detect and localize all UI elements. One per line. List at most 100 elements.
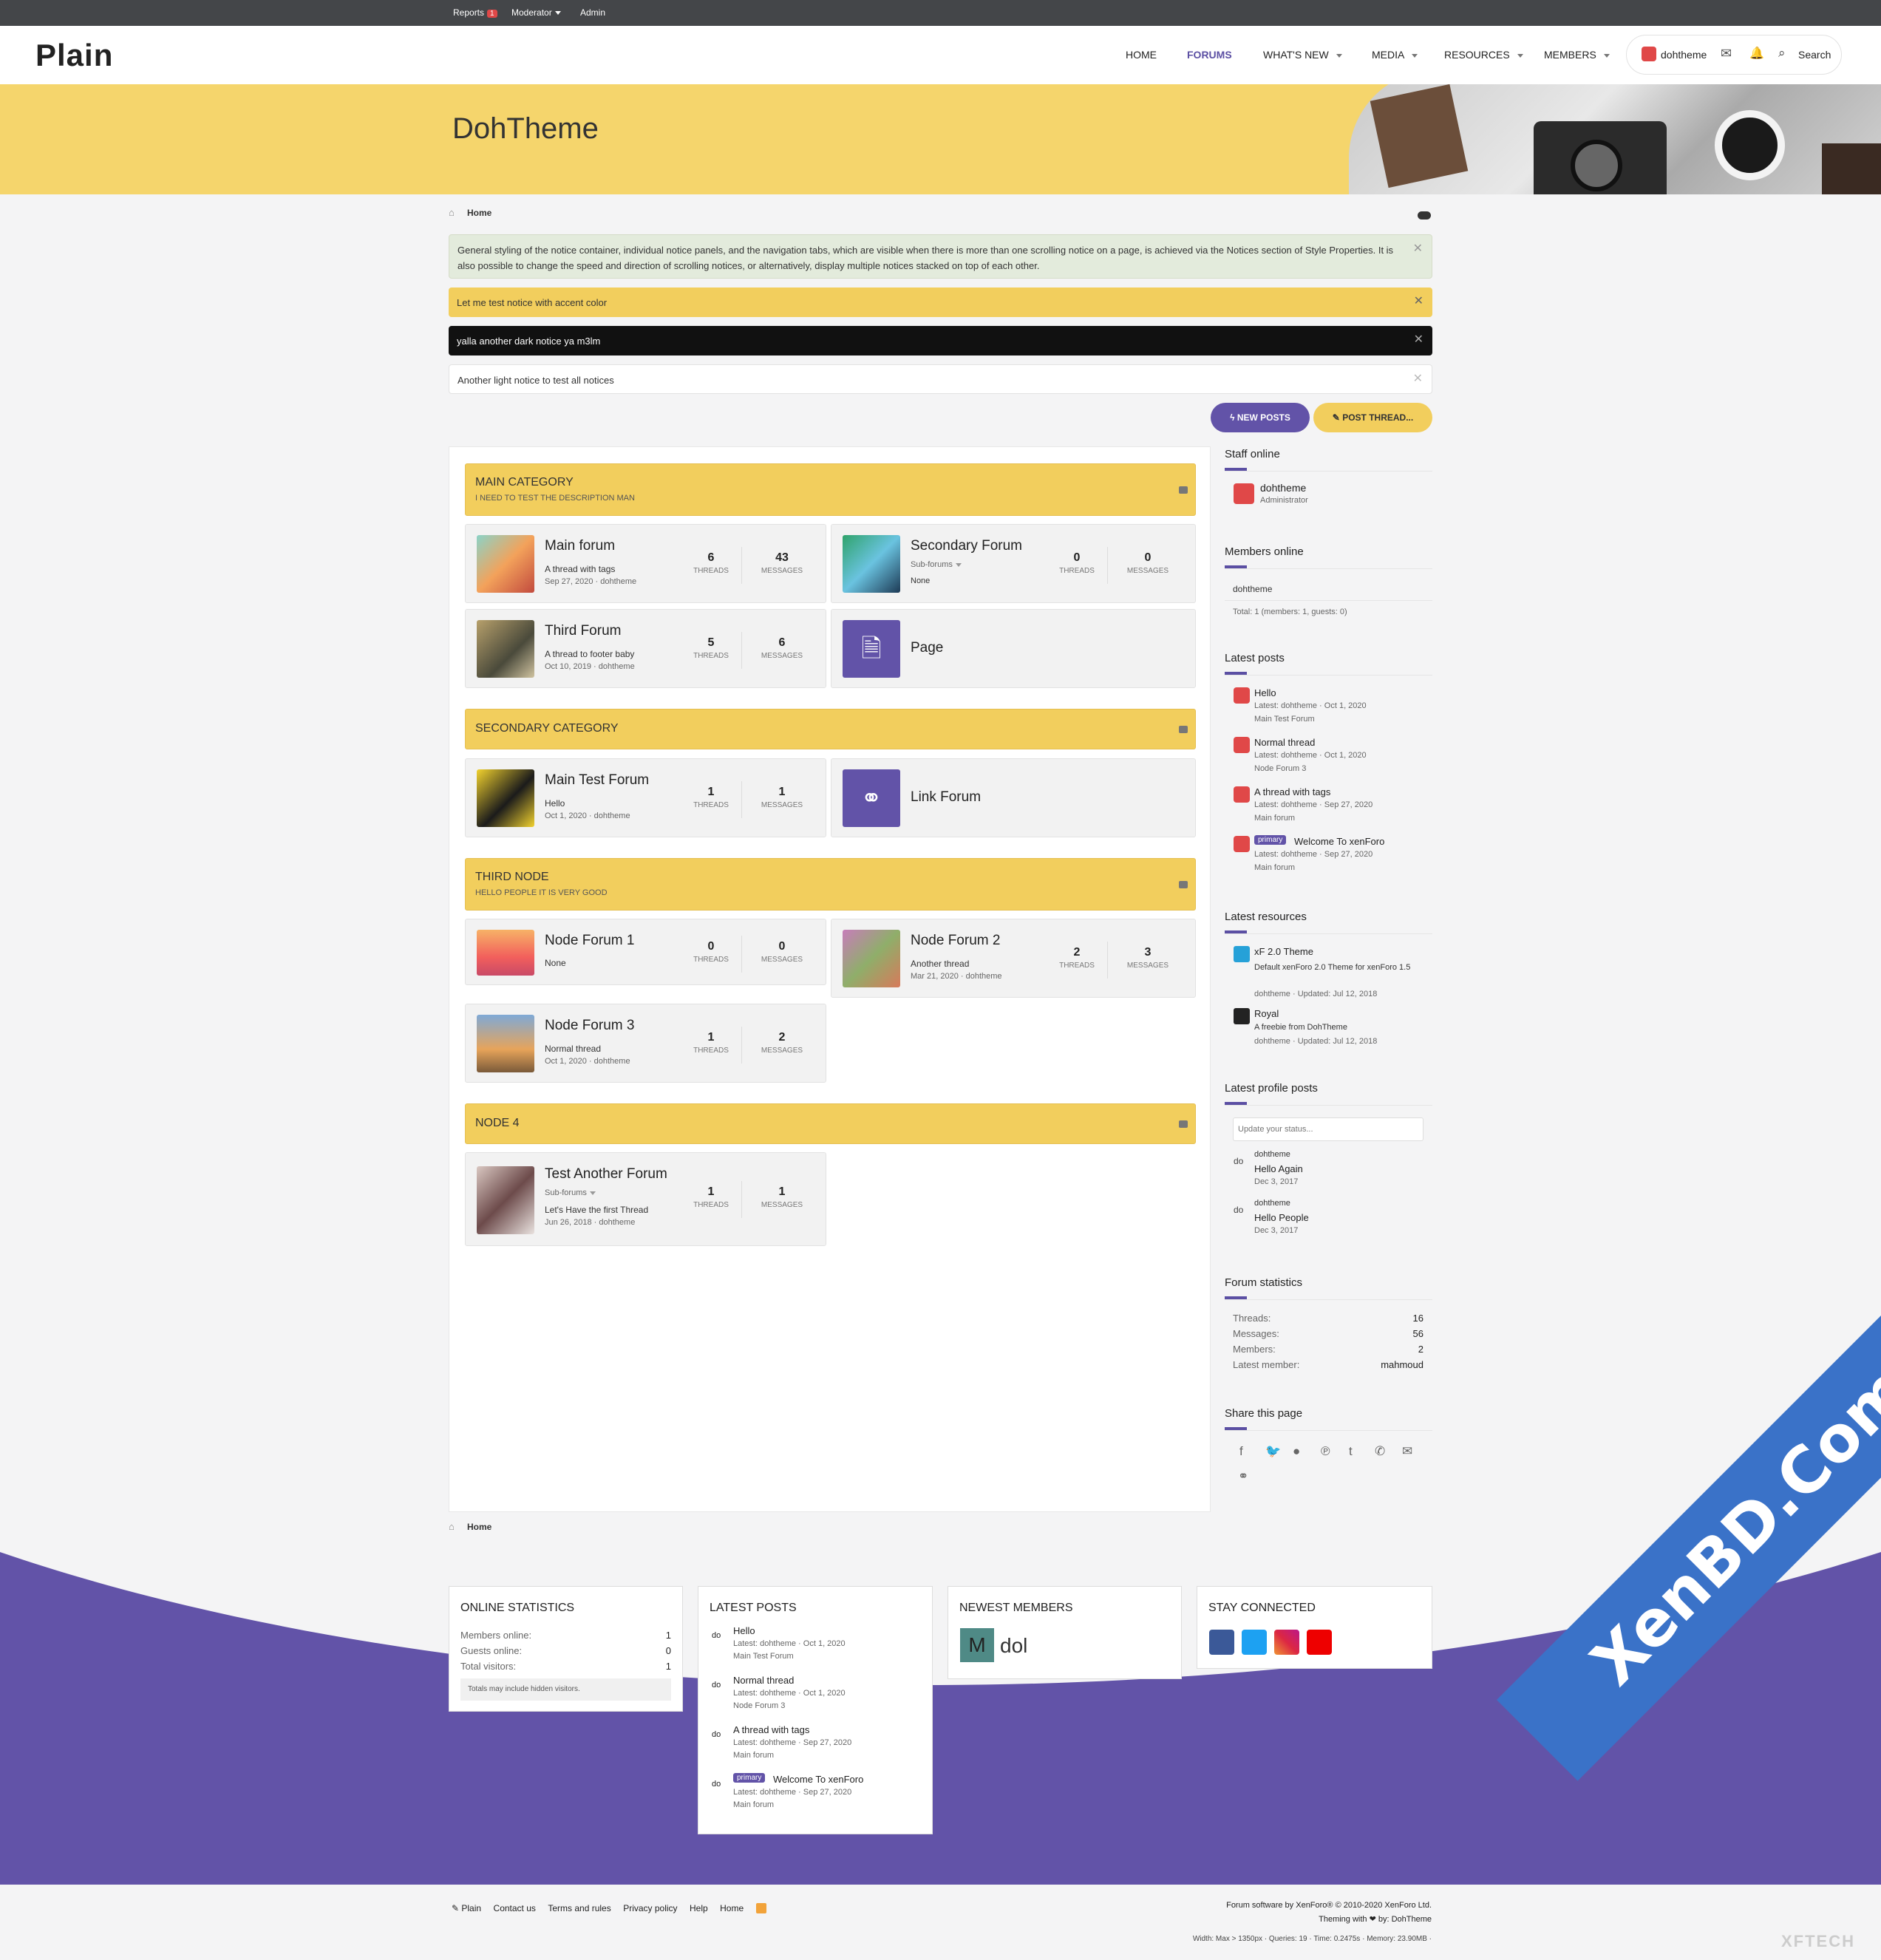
home-icon[interactable]: ⌂ [449, 207, 455, 218]
reports-link[interactable]: Reports 1 [453, 7, 497, 18]
link-icon[interactable]: ⚭ [843, 769, 900, 827]
node-icon[interactable] [477, 1166, 534, 1234]
category-title[interactable]: SECONDARY CATEGORY [475, 722, 619, 735]
avatar[interactable] [1234, 737, 1250, 753]
nav-media[interactable]: MEDIA [1372, 49, 1418, 61]
subforums-toggle[interactable]: Sub-forums [545, 1188, 596, 1197]
category-header[interactable]: THIRD NODE HELLO PEOPLE IT IS VERY GOOD [465, 858, 1196, 911]
close-icon[interactable]: ✕ [1414, 293, 1423, 309]
post-forum[interactable]: Main forum [1254, 814, 1295, 823]
avatar[interactable]: do [1234, 1156, 1243, 1166]
home-icon[interactable]: ⌂ [449, 1521, 455, 1532]
youtube-icon[interactable] [1307, 1630, 1332, 1655]
nav-whats-new[interactable]: WHAT'S NEW [1263, 49, 1342, 61]
chevron-down-icon[interactable] [1603, 53, 1610, 58]
post-title[interactable]: Hello [1254, 687, 1276, 698]
node-latest-thread[interactable]: Another thread [911, 959, 969, 969]
close-icon[interactable]: ✕ [1414, 332, 1423, 347]
category-title[interactable]: MAIN CATEGORY [475, 476, 574, 489]
user-name[interactable]: dohtheme [1661, 49, 1707, 61]
contact-link[interactable]: Contact us [494, 1903, 536, 1913]
member-link[interactable]: dohtheme [1233, 584, 1272, 594]
node-title[interactable]: Main forum [545, 538, 615, 554]
post-forum[interactable]: Node Forum 3 [733, 1701, 785, 1710]
node-latest-thread[interactable]: Let's Have the first Thread [545, 1205, 648, 1215]
node-icon[interactable] [477, 1015, 534, 1072]
close-icon[interactable]: ✕ [1413, 241, 1423, 256]
avatar[interactable] [1234, 483, 1254, 504]
home-link[interactable]: Home [720, 1903, 744, 1913]
node-title[interactable]: Node Forum 2 [911, 933, 1000, 949]
node-icon[interactable] [477, 535, 534, 593]
node-icon[interactable] [843, 535, 900, 593]
post-user[interactable]: dohtheme [1254, 1199, 1290, 1208]
post-forum[interactable]: Main forum [1254, 863, 1295, 872]
terms-link[interactable]: Terms and rules [548, 1903, 610, 1913]
resource-icon[interactable] [1234, 946, 1250, 962]
post-user[interactable]: dohtheme [1254, 1150, 1290, 1159]
style-chooser-link[interactable]: ✎ Plain [452, 1903, 481, 1913]
member-avatar[interactable]: M [960, 1628, 994, 1662]
twitter-icon[interactable] [1242, 1630, 1267, 1655]
post-title[interactable]: A thread with tags [1254, 786, 1330, 797]
subforums-toggle[interactable]: Sub-forums [911, 560, 962, 569]
email-icon[interactable]: ✉ [1402, 1444, 1412, 1459]
post-title[interactable]: Welcome To xenForo [773, 1774, 863, 1785]
nav-home[interactable]: HOME [1126, 49, 1157, 61]
post-title[interactable]: Normal thread [1254, 737, 1315, 748]
category-header[interactable]: SECONDARY CATEGORY [465, 709, 1196, 749]
tumblr-icon[interactable]: t [1349, 1444, 1353, 1459]
breadcrumb[interactable]: Home [467, 208, 491, 218]
status-input[interactable] [1233, 1117, 1423, 1141]
node-title[interactable]: Page [911, 640, 943, 656]
avatar[interactable] [1234, 687, 1250, 704]
avatar[interactable]: do [712, 1681, 721, 1690]
post-forum[interactable]: Main forum [733, 1751, 774, 1760]
post-forum[interactable]: Main forum [733, 1800, 774, 1809]
nav-members[interactable]: MEMBERS [1544, 49, 1610, 61]
breadcrumb-bottom[interactable]: Home [467, 1522, 491, 1532]
collapse-icon[interactable] [1179, 881, 1188, 888]
node-title[interactable]: Main Test Forum [545, 772, 649, 789]
node-latest-thread[interactable]: A thread with tags [545, 564, 615, 574]
user-avatar[interactable] [1642, 47, 1656, 61]
collapse-icon[interactable] [1179, 726, 1188, 733]
post-title[interactable]: Hello [733, 1625, 755, 1636]
facebook-icon[interactable] [1209, 1630, 1234, 1655]
post-thread-button[interactable]: ✎ POST THREAD... [1313, 403, 1432, 432]
category-title[interactable]: NODE 4 [475, 1117, 520, 1130]
facebook-icon[interactable]: f [1239, 1444, 1243, 1459]
inbox-icon[interactable]: ✉ [1721, 46, 1732, 61]
chevron-down-icon[interactable] [1336, 53, 1342, 58]
theming-credit[interactable]: Theming with ❤ by: DohTheme [1319, 1914, 1432, 1924]
node-title[interactable]: Secondary Forum [911, 538, 1022, 554]
node-icon[interactable] [843, 930, 900, 987]
node-icon[interactable] [477, 930, 534, 976]
node-title[interactable]: Third Forum [545, 623, 621, 639]
post-title[interactable]: A thread with tags [733, 1724, 809, 1735]
avatar[interactable]: do [712, 1631, 721, 1640]
node-title[interactable]: Node Forum 3 [545, 1018, 634, 1034]
nav-resources[interactable]: RESOURCES [1444, 49, 1523, 61]
privacy-link[interactable]: Privacy policy [623, 1903, 677, 1913]
post-title[interactable]: Welcome To xenForo [1294, 836, 1384, 847]
node-title[interactable]: Node Forum 1 [545, 933, 634, 949]
link-icon[interactable]: ⚭ [1238, 1469, 1248, 1484]
avatar[interactable]: do [712, 1730, 721, 1739]
category-header[interactable]: MAIN CATEGORY I NEED TO TEST THE DESCRIPT… [465, 463, 1196, 516]
rss-icon[interactable] [755, 1902, 766, 1913]
avatar[interactable] [1234, 836, 1250, 852]
node-latest-thread[interactable]: Normal thread [545, 1044, 601, 1054]
post-date[interactable]: Dec 3, 2017 [1254, 1226, 1298, 1235]
close-icon[interactable]: ✕ [1413, 371, 1423, 387]
instagram-icon[interactable] [1274, 1630, 1299, 1655]
moderator-menu[interactable]: Moderator [511, 7, 561, 18]
search-icon[interactable]: ⌕ [1778, 46, 1786, 61]
avatar[interactable] [1234, 786, 1250, 803]
member-name[interactable]: dol [1000, 1634, 1027, 1658]
latest-member-link[interactable]: mahmoud [1381, 1359, 1423, 1370]
collapse-icon[interactable] [1179, 1120, 1188, 1128]
help-link[interactable]: Help [690, 1903, 708, 1913]
site-logo[interactable]: Plain [35, 38, 113, 73]
collapse-icon[interactable] [1179, 486, 1188, 494]
